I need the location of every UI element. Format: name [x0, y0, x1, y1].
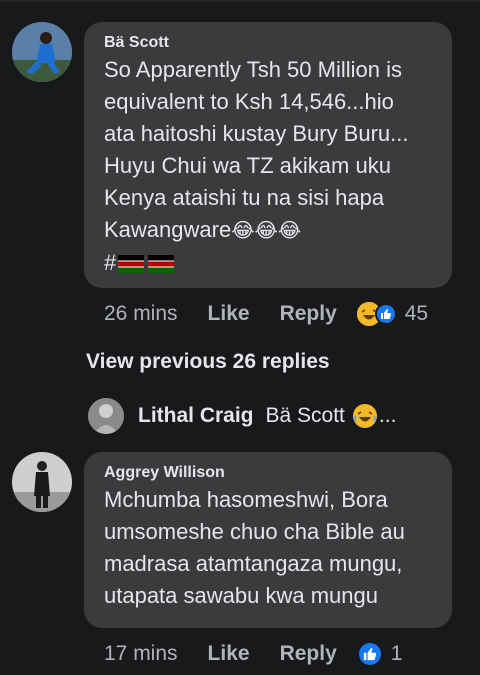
- reply-preview[interactable]: Lithal Craig Bä Scott ...: [88, 398, 396, 434]
- avatar-lithal-craig[interactable]: [88, 398, 124, 434]
- like-reaction-icon: [374, 303, 397, 325]
- comment-actions: 26 mins Like Reply 45: [104, 302, 428, 326]
- comment-text: So Apparently Tsh 50 Million is equivale…: [104, 54, 432, 279]
- like-button[interactable]: Like: [208, 302, 250, 326]
- laughing-emoji-icon: [352, 404, 377, 428]
- reaction-count: 45: [404, 302, 429, 325]
- reply-ellipsis: ...: [378, 404, 397, 427]
- comment-actions: 17 mins Like Reply 1: [104, 641, 402, 667]
- comment-bubble: Aggrey Willison Mchumba hasomeshwi, Bora…: [84, 452, 452, 628]
- kenya-flag-icon: [148, 255, 175, 274]
- like-reaction-icon: [356, 641, 383, 667]
- comment-text: Mchumba hasomeshwi, Bora umsomeshe chuo …: [104, 487, 405, 608]
- comment-timestamp[interactable]: 26 mins: [104, 302, 178, 326]
- view-previous-replies-link[interactable]: View previous 26 replies: [86, 350, 330, 374]
- reply-button[interactable]: Reply: [280, 642, 337, 666]
- kenya-flag-icon: [118, 255, 145, 274]
- person-photo-icon: [12, 22, 72, 82]
- reaction-summary[interactable]: 1: [356, 641, 403, 667]
- comment-timestamp[interactable]: 17 mins: [104, 642, 178, 666]
- reaction-count: 1: [390, 642, 403, 665]
- like-button[interactable]: Like: [208, 642, 250, 666]
- top-divider: [0, 0, 480, 2]
- avatar-ba-scott[interactable]: [12, 22, 72, 82]
- reply-text: Bä Scott: [265, 404, 345, 427]
- comment-bubble: Bä Scott So Apparently Tsh 50 Million is…: [84, 22, 452, 288]
- person-photo-icon: [12, 452, 72, 512]
- reply-author[interactable]: Lithal Craig: [138, 404, 254, 428]
- comment-text-body: So Apparently Tsh 50 Million is equivale…: [104, 57, 409, 242]
- comment-author[interactable]: Aggrey Willison: [104, 462, 432, 484]
- hashtag[interactable]: #: [104, 250, 116, 275]
- reaction-summary[interactable]: 45: [356, 302, 429, 326]
- reply-button[interactable]: Reply: [280, 302, 337, 326]
- person-photo-icon: [88, 398, 124, 434]
- comment-author[interactable]: Bä Scott: [104, 32, 432, 54]
- laughing-emoji-icon: 😂😂😂: [231, 220, 302, 242]
- avatar-aggrey-willison[interactable]: [12, 452, 72, 512]
